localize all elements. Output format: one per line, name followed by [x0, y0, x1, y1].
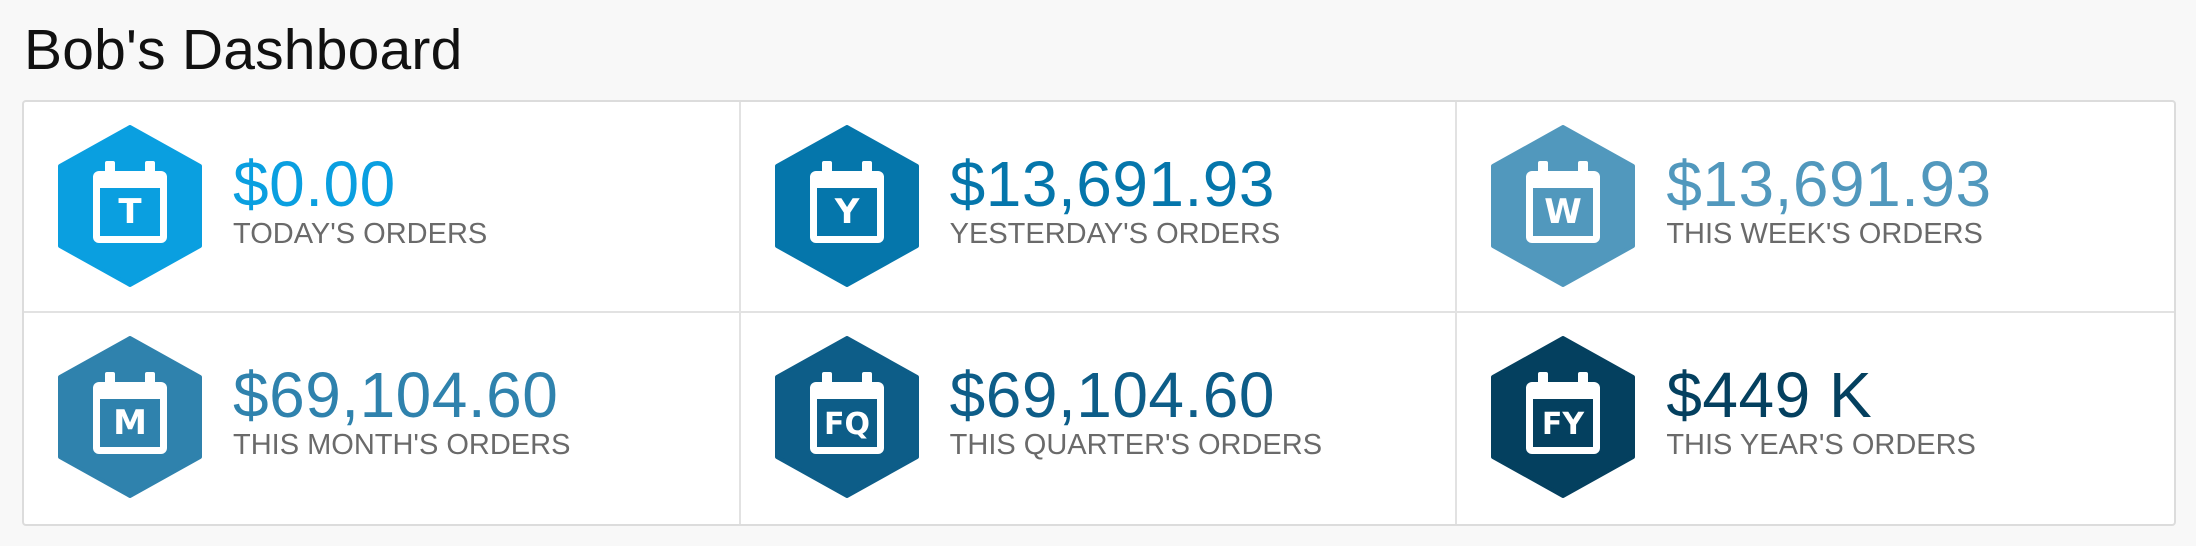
calendar-today-icon: T [57, 125, 203, 287]
stat-label-yesterday: YESTERDAY'S ORDERS [949, 218, 1281, 250]
svg-text:T: T [118, 192, 142, 232]
stat-text: $13,691.93 YESTERDAY'S ORDERS [950, 148, 1281, 252]
stat-label-year: THIS YEAR'S ORDERS [1666, 429, 1976, 461]
stat-tile-yesterday[interactable]: Y $13,691.93 YESTERDAY'S ORDERS [740, 102, 1458, 313]
calendar-yesterday-icon: Y [774, 125, 920, 287]
svg-text:Y: Y [833, 192, 859, 232]
stat-text: $69,104.60 THIS QUARTER'S ORDERS [950, 359, 1322, 463]
stat-label-quarter: THIS QUARTER'S ORDERS [949, 429, 1323, 461]
stat-value-today: $0.00 [233, 148, 396, 220]
svg-text:FY: FY [1542, 407, 1585, 442]
orders-stats-panel: T $0.00 TODAY'S ORDERS Y $13,691.93 YEST… [22, 100, 2176, 526]
stat-text: $449 K THIS YEAR'S ORDERS [1666, 359, 1976, 463]
svg-text:FQ: FQ [824, 407, 870, 442]
stat-tile-quarter[interactable]: FQ $69,104.60 THIS QUARTER'S ORDERS [741, 313, 1458, 524]
svg-text:W: W [1545, 192, 1583, 232]
stat-text: $69,104.60 THIS MONTH'S ORDERS [233, 359, 570, 463]
calendar-month-icon: M [57, 336, 203, 498]
stat-value-month: $69,104.60 [233, 359, 559, 431]
stat-label-today: TODAY'S ORDERS [233, 218, 488, 250]
page-title: Bob's Dashboard [24, 18, 463, 82]
calendar-year-icon: FY [1490, 336, 1636, 498]
stat-label-week: THIS WEEK'S ORDERS [1666, 218, 1983, 250]
stat-text: $13,691.93 THIS WEEK'S ORDERS [1666, 148, 1991, 252]
calendar-week-icon: W [1490, 125, 1636, 287]
stat-text: $0.00 TODAY'S ORDERS [233, 148, 487, 252]
stat-value-year: $449 K [1666, 359, 1873, 431]
stat-label-month: THIS MONTH'S ORDERS [233, 429, 571, 461]
stat-value-quarter: $69,104.60 [949, 359, 1275, 431]
stat-tile-today[interactable]: T $0.00 TODAY'S ORDERS [24, 102, 741, 313]
stat-value-yesterday: $13,691.93 [949, 148, 1275, 220]
stat-tile-year[interactable]: FY $449 K THIS YEAR'S ORDERS [1457, 313, 2174, 524]
stat-tile-week[interactable]: W $13,691.93 THIS WEEK'S ORDERS [1457, 102, 2174, 313]
stat-value-week: $13,691.93 [1666, 148, 1992, 220]
calendar-quarter-icon: FQ [774, 336, 920, 498]
svg-text:M: M [113, 403, 147, 443]
stat-tile-month[interactable]: M $69,104.60 THIS MONTH'S ORDERS [24, 313, 741, 524]
